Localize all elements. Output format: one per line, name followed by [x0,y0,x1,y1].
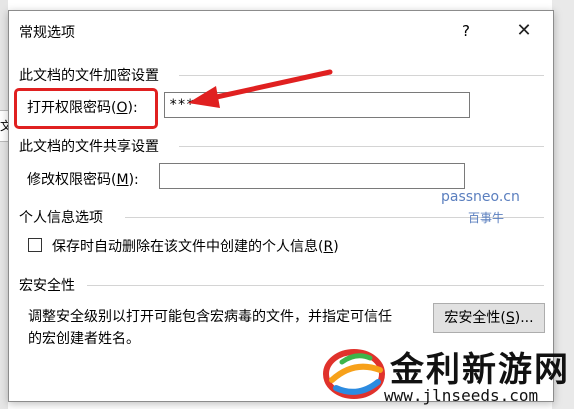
brand-url: www.jlnseeds.com [384,386,539,405]
brand-logo-icon [323,349,385,399]
brand-watermark: 金利新游网 www.jlnseeds.com [318,340,574,409]
arrow-head [188,86,220,108]
brand-name: 金利新游网 [390,350,570,390]
arrow-shaft [209,69,333,101]
